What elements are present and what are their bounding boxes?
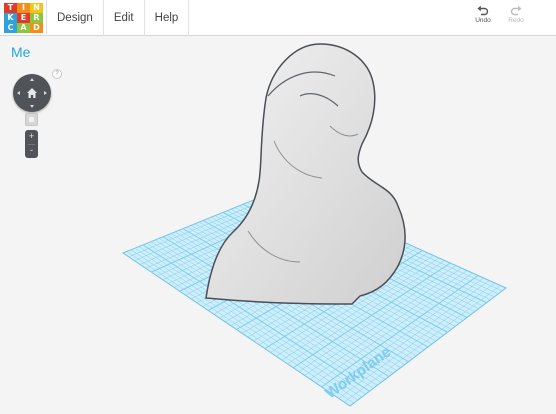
- redo-arrow-icon: [510, 5, 522, 16]
- logo-letter: A: [17, 23, 30, 33]
- menu-help[interactable]: Help: [143, 0, 190, 36]
- main-menu: Design Edit Help: [46, 0, 190, 36]
- undo-button[interactable]: Undo: [468, 5, 498, 24]
- logo-letter: I: [17, 3, 30, 13]
- 3d-viewport[interactable]: Workplane: [0, 36, 556, 414]
- logo-letter: D: [30, 23, 43, 33]
- undo-arrow-icon: [477, 5, 489, 16]
- logo-letter: T: [4, 3, 17, 13]
- logo-letter: R: [30, 13, 43, 23]
- undo-label: Undo: [475, 17, 491, 24]
- logo-letter: E: [17, 13, 30, 23]
- top-bar: T I N K E R C A D Design Edit Help Undo …: [0, 0, 556, 36]
- logo-letter: C: [4, 23, 17, 33]
- logo-letter: K: [4, 13, 17, 23]
- menu-design[interactable]: Design: [46, 0, 103, 36]
- 3d-bust-model[interactable]: [205, 43, 406, 305]
- tinkercad-logo[interactable]: T I N K E R C A D: [4, 3, 43, 33]
- redo-label: Redo: [508, 17, 524, 24]
- redo-button[interactable]: Redo: [501, 5, 531, 24]
- menu-edit[interactable]: Edit: [102, 0, 144, 36]
- logo-letter: N: [30, 3, 43, 13]
